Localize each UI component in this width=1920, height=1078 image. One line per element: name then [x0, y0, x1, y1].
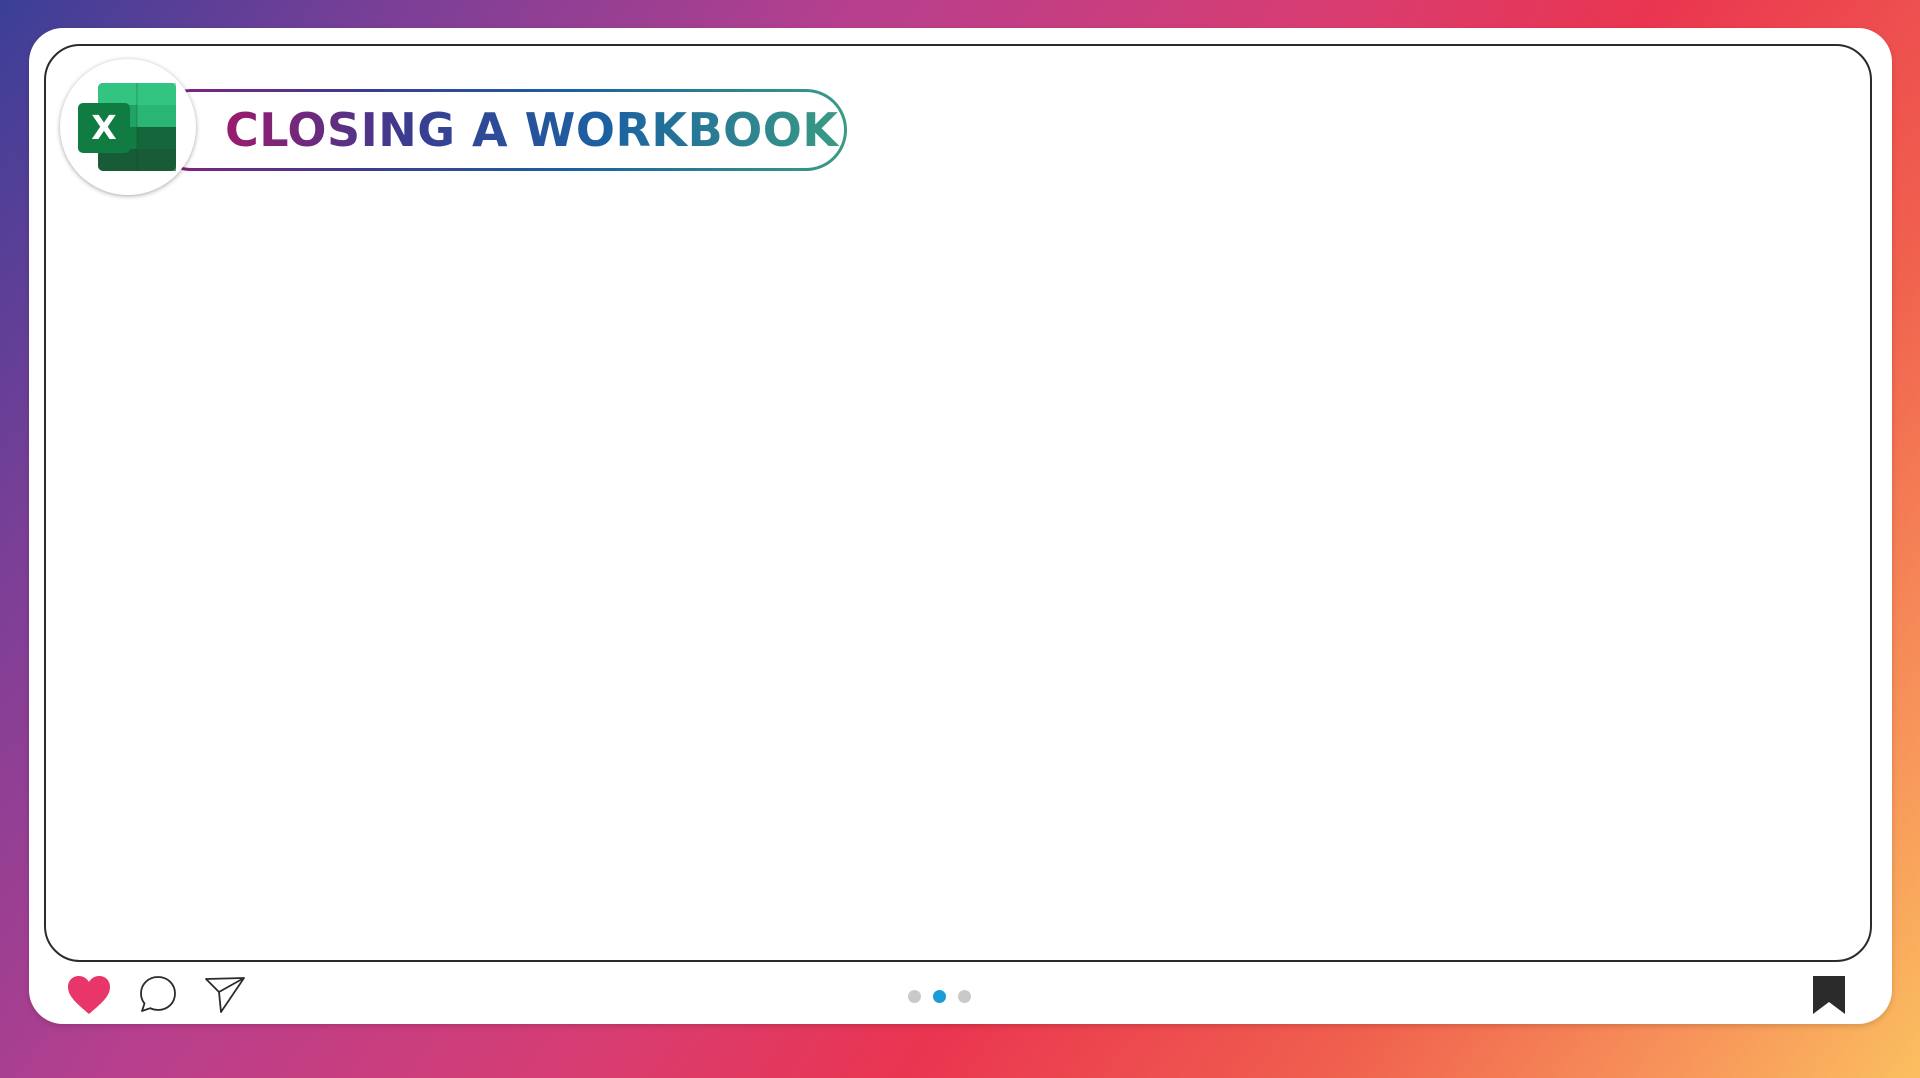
excel-icon: X	[78, 83, 176, 171]
bookmark-icon[interactable]	[1811, 974, 1847, 1016]
send-icon[interactable]	[204, 975, 246, 1015]
app-logo-badge: X	[60, 59, 196, 195]
excel-icon-letter: X	[91, 108, 116, 147]
slide-title-banner: CLOSING A WORKBOOK	[150, 89, 847, 171]
carousel-dot-1[interactable]	[908, 990, 921, 1003]
carousel-indicator	[908, 990, 971, 1003]
comment-icon[interactable]	[138, 974, 178, 1014]
carousel-dot-2-active[interactable]	[933, 990, 946, 1003]
slide-title: CLOSING A WORKBOOK	[225, 103, 839, 157]
carousel-dot-3[interactable]	[958, 990, 971, 1003]
heart-icon[interactable]	[66, 974, 112, 1016]
slide-content-area	[44, 44, 1872, 962]
slide-title-inner: CLOSING A WORKBOOK	[153, 92, 844, 168]
